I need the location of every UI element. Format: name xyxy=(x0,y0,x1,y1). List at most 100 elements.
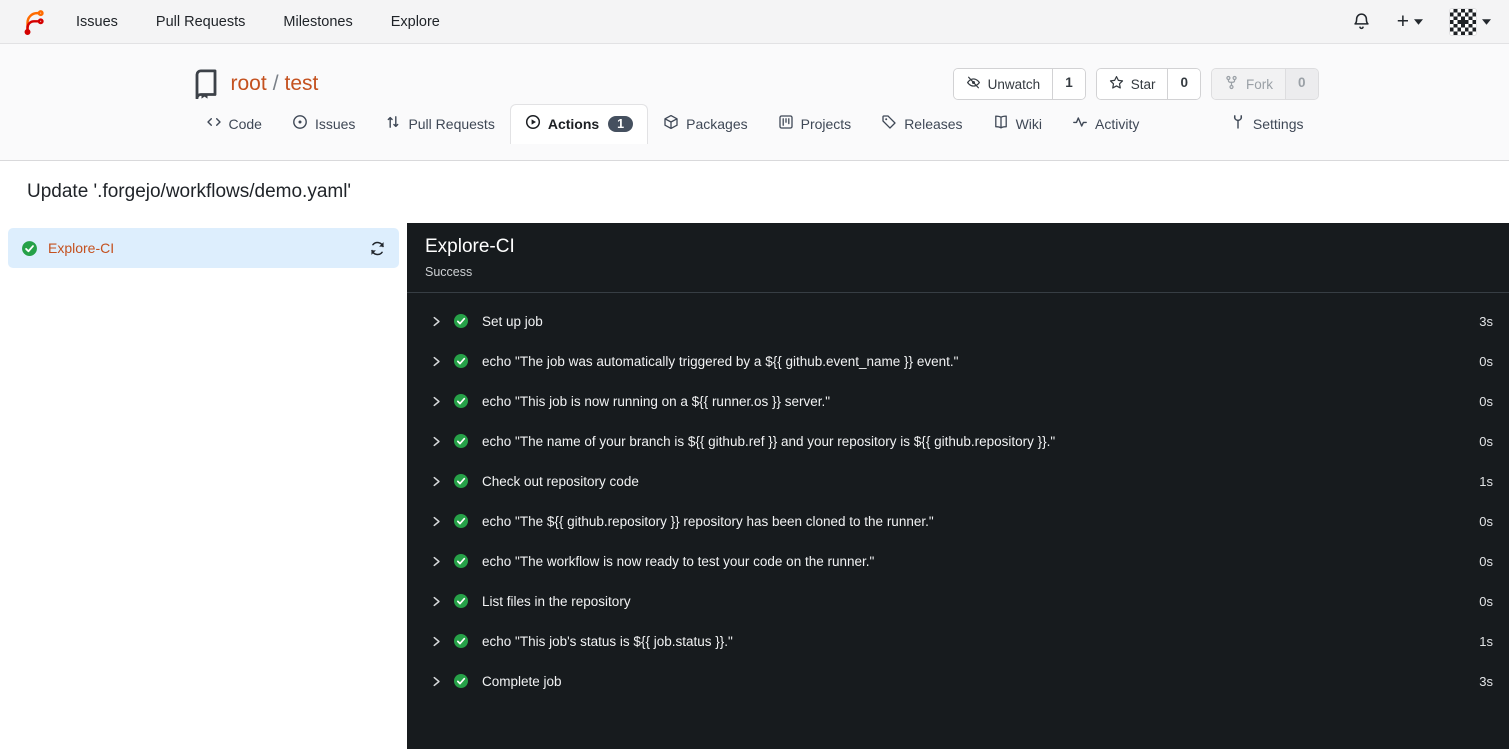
star-button[interactable]: Star xyxy=(1096,69,1168,99)
wiki-book-icon xyxy=(993,114,1009,133)
step-row[interactable]: echo "This job's status is ${{ job.statu… xyxy=(407,621,1509,661)
navbar-right: + xyxy=(1352,7,1491,36)
chevron-right-icon[interactable] xyxy=(430,395,443,408)
plus-icon: + xyxy=(1396,10,1409,33)
code-icon xyxy=(206,114,222,133)
tab-wiki[interactable]: Wiki xyxy=(978,104,1057,144)
jobs-sidebar: Explore-CI xyxy=(0,223,407,749)
tab-activity[interactable]: Activity xyxy=(1057,104,1154,144)
step-duration: 0s xyxy=(1479,393,1493,409)
job-log-panel: Explore-CI Success Set up job 3s echo "T… xyxy=(407,223,1509,749)
success-check-icon xyxy=(453,393,469,409)
repo-owner-link[interactable]: root xyxy=(231,72,267,96)
chevron-right-icon[interactable] xyxy=(430,355,443,368)
tab-packages[interactable]: Packages xyxy=(648,104,762,144)
chevron-right-icon[interactable] xyxy=(430,315,443,328)
step-row[interactable]: echo "The workflow is now ready to test … xyxy=(407,541,1509,581)
create-new-menu[interactable]: + xyxy=(1397,11,1423,32)
watch-button-group: Unwatch 1 xyxy=(952,68,1086,100)
user-menu[interactable] xyxy=(1449,7,1491,36)
pull-request-icon xyxy=(385,114,401,133)
repo-breadcrumb: root / test xyxy=(231,72,319,96)
repo-name-link[interactable]: test xyxy=(285,72,319,96)
tab-projects[interactable]: Projects xyxy=(763,104,867,144)
step-row[interactable]: Set up job 3s xyxy=(407,301,1509,341)
repo-header: root / test Unwatch 1 Star 0 Fork 0 Code… xyxy=(0,44,1509,161)
repo-title-row: root / test Unwatch 1 Star 0 Fork 0 xyxy=(191,44,1319,102)
eye-slash-icon xyxy=(966,75,981,93)
step-row[interactable]: echo "The job was automatically triggere… xyxy=(407,341,1509,381)
step-duration: 0s xyxy=(1479,593,1493,609)
success-check-icon xyxy=(453,553,469,569)
fork-icon xyxy=(1224,75,1239,93)
success-check-icon xyxy=(21,240,38,257)
step-duration: 0s xyxy=(1479,353,1493,369)
step-duration: 1s xyxy=(1479,633,1493,649)
unwatch-button[interactable]: Unwatch xyxy=(953,69,1053,99)
step-duration: 1s xyxy=(1479,473,1493,489)
success-check-icon xyxy=(453,513,469,529)
success-check-icon xyxy=(453,673,469,689)
chevron-right-icon[interactable] xyxy=(430,435,443,448)
tab-releases[interactable]: Releases xyxy=(866,104,977,144)
breadcrumb-separator: / xyxy=(272,72,279,95)
step-row[interactable]: Complete job 3s xyxy=(407,661,1509,701)
success-check-icon xyxy=(453,593,469,609)
navbar-links: Issues Pull Requests Milestones Explore xyxy=(76,14,440,30)
fork-button-group: Fork 0 xyxy=(1210,68,1319,100)
step-row[interactable]: echo "The ${{ github.repository }} repos… xyxy=(407,501,1509,541)
step-row[interactable]: echo "This job is now running on a ${{ r… xyxy=(407,381,1509,421)
nav-item-pull-requests[interactable]: Pull Requests xyxy=(156,14,245,30)
play-circle-icon xyxy=(525,114,541,133)
repo-tabs: Code Issues Pull Requests Actions 1 Pack… xyxy=(191,102,1319,144)
repo-action-buttons: Unwatch 1 Star 0 Fork 0 xyxy=(952,68,1319,100)
success-check-icon xyxy=(453,313,469,329)
step-row[interactable]: List files in the repository 0s xyxy=(407,581,1509,621)
nav-item-explore[interactable]: Explore xyxy=(391,14,440,30)
actions-count-badge: 1 xyxy=(608,115,634,132)
success-check-icon xyxy=(453,473,469,489)
success-check-icon xyxy=(453,633,469,649)
page-title: Update '.forgejo/workflows/demo.yaml' xyxy=(27,181,352,202)
chevron-down-icon xyxy=(1414,18,1423,25)
nav-item-milestones[interactable]: Milestones xyxy=(283,14,352,30)
tab-issues[interactable]: Issues xyxy=(277,104,370,144)
package-icon xyxy=(663,114,679,133)
step-list: Set up job 3s echo "The job was automati… xyxy=(407,293,1509,701)
issue-circle-icon xyxy=(292,114,308,133)
tab-actions[interactable]: Actions 1 xyxy=(509,104,649,144)
step-row[interactable]: Check out repository code 1s xyxy=(407,461,1509,501)
chevron-right-icon[interactable] xyxy=(430,675,443,688)
tab-code[interactable]: Code xyxy=(191,104,277,144)
step-row[interactable]: echo "The name of your branch is ${{ git… xyxy=(407,421,1509,461)
pulse-icon xyxy=(1072,114,1088,133)
chevron-down-icon xyxy=(1482,18,1491,25)
chevron-right-icon[interactable] xyxy=(430,475,443,488)
log-job-title: Explore-CI xyxy=(425,236,515,257)
watchers-count[interactable]: 1 xyxy=(1052,69,1085,99)
notifications-bell-icon[interactable] xyxy=(1352,12,1371,31)
project-board-icon xyxy=(778,114,794,133)
chevron-right-icon[interactable] xyxy=(430,555,443,568)
chevron-right-icon[interactable] xyxy=(430,635,443,648)
nav-item-issues[interactable]: Issues xyxy=(76,14,118,30)
job-name: Explore-CI xyxy=(48,240,115,256)
tab-settings[interactable]: Settings xyxy=(1215,104,1319,144)
run-view: Explore-CI Explore-CI Success Set up job… xyxy=(0,223,1509,749)
settings-icon xyxy=(1230,114,1246,133)
fork-button: Fork xyxy=(1211,69,1285,99)
step-duration: 0s xyxy=(1479,553,1493,569)
rerun-refresh-icon[interactable] xyxy=(369,240,386,257)
success-check-icon xyxy=(453,353,469,369)
success-check-icon xyxy=(453,433,469,449)
job-status-text: Success xyxy=(425,265,473,279)
step-duration: 0s xyxy=(1479,433,1493,449)
stars-count[interactable]: 0 xyxy=(1167,69,1200,99)
tab-pull-requests[interactable]: Pull Requests xyxy=(370,104,509,144)
avatar xyxy=(1449,7,1477,36)
chevron-right-icon[interactable] xyxy=(430,595,443,608)
job-list-item[interactable]: Explore-CI xyxy=(8,228,399,268)
chevron-right-icon[interactable] xyxy=(430,515,443,528)
log-header: Explore-CI Success xyxy=(407,223,1509,293)
forgejo-logo[interactable] xyxy=(18,7,48,37)
